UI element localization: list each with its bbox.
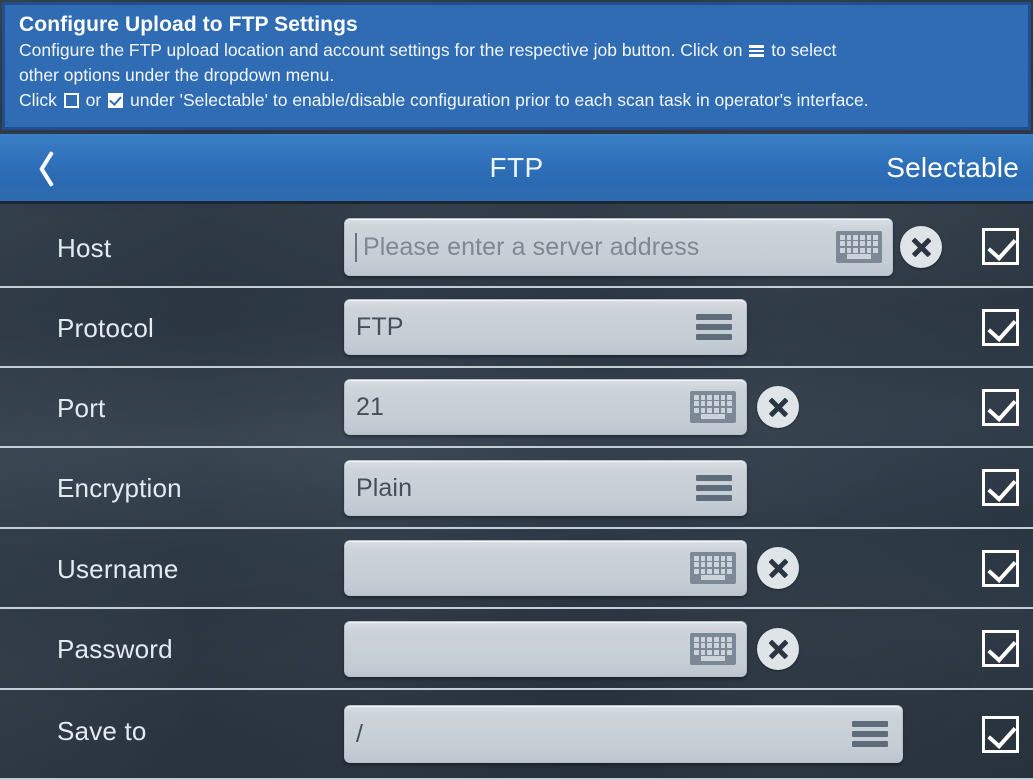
row-label: Port xyxy=(57,393,106,423)
banner-line-1-text-b: to select xyxy=(771,40,837,60)
field-value: / xyxy=(356,719,364,748)
settings-row: Password xyxy=(0,609,1033,690)
hamburger-icon[interactable] xyxy=(696,314,732,340)
selectable-checkbox[interactable] xyxy=(982,389,1019,426)
clear-field-button[interactable] xyxy=(757,628,799,670)
clear-field-button[interactable] xyxy=(900,226,942,268)
settings-row: Port 21 xyxy=(0,368,1033,448)
keyboard-icon[interactable] xyxy=(836,231,882,263)
banner-description: Configure the FTP upload location and ac… xyxy=(19,38,1016,113)
text-input-field[interactable]: Please enter a server address xyxy=(344,218,893,276)
text-input-field[interactable] xyxy=(344,540,747,596)
field-value: FTP xyxy=(356,312,404,341)
settings-row: Save to / xyxy=(0,690,1033,780)
settings-row: Protocol FTP xyxy=(0,288,1033,368)
banner-line-1-text-a: Configure the FTP upload location and ac… xyxy=(19,40,743,60)
hamburger-icon[interactable] xyxy=(852,721,888,747)
banner-line-2: other options under the dropdown menu. xyxy=(19,65,335,85)
keyboard-icon[interactable] xyxy=(690,391,736,423)
banner-line-3: Click or under 'Selectable' to enable/di… xyxy=(19,88,1016,113)
settings-row: Host Please enter a server address xyxy=(0,207,1033,288)
clear-field-button[interactable] xyxy=(757,386,799,428)
field-value: Plain xyxy=(356,473,413,502)
field-value: Please enter a server address xyxy=(355,232,836,262)
row-label: Save to xyxy=(57,716,147,746)
checked-box-icon xyxy=(108,93,124,108)
dropdown-field[interactable]: / xyxy=(344,705,903,763)
row-label: Password xyxy=(57,634,173,664)
row-label: Encryption xyxy=(57,473,182,503)
clear-field-button[interactable] xyxy=(757,547,799,589)
selectable-checkbox[interactable] xyxy=(982,469,1019,506)
unchecked-box-icon xyxy=(63,93,79,108)
banner-title: Configure Upload to FTP Settings xyxy=(19,13,358,36)
settings-row: Encryption Plain xyxy=(0,448,1033,529)
selectable-checkbox[interactable] xyxy=(982,550,1019,587)
text-input-field[interactable]: 21 xyxy=(344,379,747,435)
row-label: Username xyxy=(57,554,179,584)
ftp-settings-screen: Configure Upload to FTP Settings Configu… xyxy=(0,0,1033,780)
selectable-checkbox[interactable] xyxy=(982,630,1019,667)
navigation-bar: FTP Selectable xyxy=(0,134,1033,204)
selectable-checkbox[interactable] xyxy=(982,228,1019,265)
selectable-checkbox[interactable] xyxy=(982,716,1019,753)
row-label: Protocol xyxy=(57,313,154,343)
hamburger-icon[interactable] xyxy=(696,475,732,501)
banner-line-3-text-c: under 'Selectable' to enable/disable con… xyxy=(129,90,869,110)
banner-line-3-text-b: or xyxy=(85,90,102,110)
settings-list: Host Please enter a server address Protoco… xyxy=(0,207,1033,780)
banner-line-1: Configure the FTP upload location and ac… xyxy=(19,38,1016,63)
dropdown-field[interactable]: Plain xyxy=(344,460,747,516)
keyboard-icon[interactable] xyxy=(690,552,736,584)
settings-row: Username xyxy=(0,529,1033,609)
row-label: Host xyxy=(57,233,112,263)
page-title: FTP xyxy=(489,151,544,183)
text-input-field[interactable] xyxy=(344,621,747,677)
selectable-checkbox[interactable] xyxy=(982,309,1019,346)
hamburger-icon xyxy=(749,45,765,57)
instruction-banner: Configure Upload to FTP Settings Configu… xyxy=(2,2,1031,130)
banner-line-3-text-a: Click xyxy=(19,90,57,110)
keyboard-icon[interactable] xyxy=(690,633,736,665)
field-value: 21 xyxy=(356,392,385,421)
dropdown-field[interactable]: FTP xyxy=(344,299,747,355)
selectable-column-header[interactable]: Selectable xyxy=(886,134,1019,201)
